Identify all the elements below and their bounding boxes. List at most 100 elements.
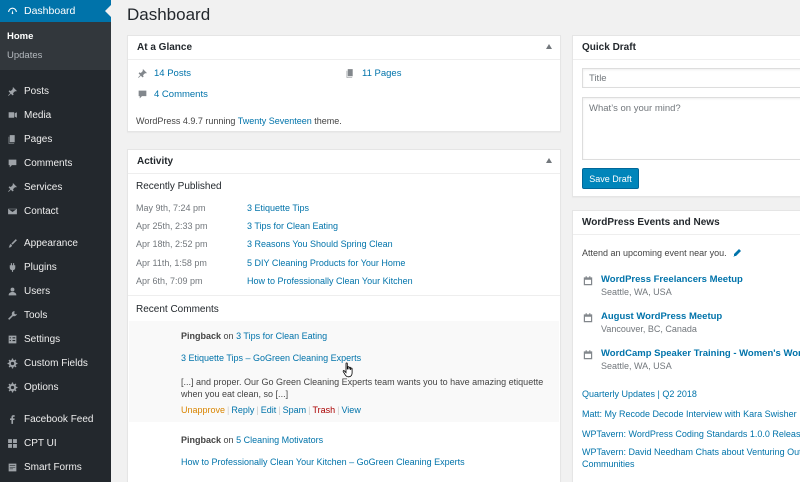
comment-post-link[interactable]: 5 Cleaning Motivators (236, 435, 323, 445)
draft-title-input[interactable]: Title (582, 68, 800, 88)
comment-post-link[interactable]: 3 Tips for Clean Eating (236, 331, 327, 341)
news-link[interactable]: WPTavern: David Needham Chats about Vent… (582, 446, 800, 458)
draft-content-textarea[interactable]: What’s on your mind? (582, 97, 800, 160)
gear-icon (6, 357, 18, 369)
published-date: Apr 6th, 7:09 pm (136, 275, 203, 286)
published-post-link[interactable]: 3 Tips for Clean Eating (247, 221, 338, 231)
comment-excerpt: when you eat clean, so [...] (181, 389, 289, 399)
sidebar-item-label: Plugins (24, 261, 57, 273)
widget-header[interactable]: Activity (128, 150, 560, 174)
at-a-glance-widget: At a Glance 14 Posts 11 Pages 4 Comments… (127, 35, 561, 132)
gear-icon (6, 381, 18, 393)
sidebar-item-smart-forms[interactable]: Smart Forms (0, 455, 111, 479)
comment-on: on (223, 331, 234, 341)
spam-link[interactable]: Spam (283, 405, 307, 415)
event-name-link[interactable]: August WordPress Meetup (601, 311, 722, 322)
sidebar-item-settings[interactable]: Settings (0, 327, 111, 351)
published-date: Apr 18th, 2:52 pm (136, 239, 208, 250)
published-post-link[interactable]: 5 DIY Cleaning Products for Your Home (247, 258, 405, 268)
sidebar-separator (0, 399, 111, 407)
pencil-icon[interactable] (732, 248, 742, 258)
collapse-arrow-icon[interactable] (546, 158, 552, 163)
published-row: Apr 25th, 2:33 pm 3 Tips for Clean Eating (136, 221, 338, 231)
sidebar-item-label: Posts (24, 85, 50, 97)
comment-source-link[interactable]: How to Professionally Clean Your Kitchen… (181, 457, 465, 467)
sidebar-item-media[interactable]: Media (0, 103, 111, 127)
widget-header[interactable]: At a Glance (128, 36, 560, 60)
event-item: WordPress Freelancers Meetup Seattle, WA,… (582, 274, 743, 297)
collapse-arrow-icon[interactable] (546, 44, 552, 49)
comments-count-link[interactable]: 4 Comments (154, 89, 208, 100)
sidebar-item-services[interactable]: Services (0, 175, 111, 199)
submenu-updates[interactable]: Updates (0, 45, 111, 64)
grid-icon (6, 437, 18, 449)
attend-text: Attend an upcoming event near you. (582, 248, 742, 258)
published-post-link[interactable]: 3 Etiquette Tips (247, 203, 309, 213)
widget-header[interactable]: WordPress Events and News (573, 211, 800, 235)
recently-published-heading: Recently Published (136, 181, 222, 192)
news-link[interactable]: Communities (582, 458, 635, 470)
event-location: Vancouver, BC, Canada (601, 324, 697, 334)
published-row: Apr 11th, 1:58 pm 5 DIY Cleaning Products… (136, 258, 405, 268)
pin-icon (137, 68, 148, 79)
reply-link[interactable]: Reply (231, 405, 254, 415)
wp-version-text: WordPress 4.9.7 running Twenty Seventeen… (136, 116, 342, 126)
sidebar-item-label: CPT UI (24, 437, 57, 449)
brush-icon (6, 237, 18, 249)
published-row: Apr 6th, 7:09 pm How to Professionally Cl… (136, 276, 413, 286)
sidebar-item-pages[interactable]: Pages (0, 127, 111, 151)
comment-on: on (223, 435, 234, 445)
comment-actions: Unapprove | Reply | Edit | Spam | Trash | View (181, 405, 361, 415)
settings-icon (6, 333, 18, 345)
hand-cursor-icon (342, 362, 353, 378)
event-name-link[interactable]: WordPress Freelancers Meetup (601, 274, 743, 285)
event-item: August WordPress Meetup Vancouver, BC, Ca… (582, 311, 722, 334)
published-post-link[interactable]: 3 Reasons You Should Spring Clean (247, 239, 393, 249)
sidebar-item-dashboard[interactable]: Dashboard (0, 0, 111, 22)
comment-type: Pingback (181, 435, 222, 445)
news-link[interactable]: WPTavern: WordPress Coding Standards 1.0… (582, 428, 800, 440)
sidebar-item-appearance[interactable]: Appearance (0, 231, 111, 255)
comment-source-link[interactable]: 3 Etiquette Tips – GoGreen Cleaning Expe… (181, 353, 361, 363)
unapprove-link[interactable]: Unapprove (181, 405, 225, 415)
sidebar-item-tools[interactable]: Tools (0, 303, 111, 327)
sidebar-item-cpt-ui[interactable]: CPT UI (0, 431, 111, 455)
widget-header[interactable]: Quick Draft (573, 36, 800, 60)
event-location: Seattle, WA, USA (601, 361, 672, 371)
save-draft-button[interactable]: Save Draft (582, 168, 639, 189)
view-link[interactable]: View (341, 405, 360, 415)
recent-comments-heading: Recent Comments (136, 304, 219, 315)
comments-icon (137, 89, 148, 100)
pages-count-link[interactable]: 11 Pages (362, 68, 401, 79)
theme-link[interactable]: Twenty Seventeen (238, 116, 312, 126)
sidebar-item-custom-fields[interactable]: Custom Fields (0, 351, 111, 375)
pin-icon (6, 85, 18, 97)
trash-link[interactable]: Trash (312, 405, 335, 415)
widget-title: At a Glance (137, 42, 193, 53)
posts-count-link[interactable]: 14 Posts (154, 68, 191, 79)
sidebar-item-label: Media (24, 109, 52, 121)
news-link[interactable]: Quarterly Updates | Q2 2018 (582, 388, 697, 400)
event-item: WordCamp Speaker Training - Women's Work… (582, 348, 800, 371)
widget-title: Quick Draft (582, 42, 636, 53)
sidebar-item-options[interactable]: Options (0, 375, 111, 399)
sidebar-item-plugins[interactable]: Plugins (0, 255, 111, 279)
sidebar-item-label: Appearance (24, 237, 78, 249)
sidebar-item-facebook-feed[interactable]: Facebook Feed (0, 407, 111, 431)
edit-link[interactable]: Edit (261, 405, 277, 415)
sidebar-item-contact[interactable]: Contact (0, 199, 111, 223)
news-link[interactable]: Matt: My Recode Decode Interview with Ka… (582, 408, 797, 420)
sidebar-item-posts[interactable]: Posts (0, 79, 111, 103)
dashboard-icon (6, 5, 18, 17)
pages-icon (345, 68, 356, 79)
submenu-home[interactable]: Home (0, 26, 111, 45)
sidebar-item-comments[interactable]: Comments (0, 151, 111, 175)
event-name-link[interactable]: WordCamp Speaker Training - Women's Work… (601, 348, 800, 359)
published-date: May 9th, 7:24 pm (136, 203, 206, 213)
sidebar-item-users[interactable]: Users (0, 279, 111, 303)
published-post-link[interactable]: How to Professionally Clean Your Kitchen (247, 276, 413, 286)
plugin-icon (6, 261, 18, 273)
calendar-icon (582, 349, 594, 361)
mail-icon (6, 205, 18, 217)
